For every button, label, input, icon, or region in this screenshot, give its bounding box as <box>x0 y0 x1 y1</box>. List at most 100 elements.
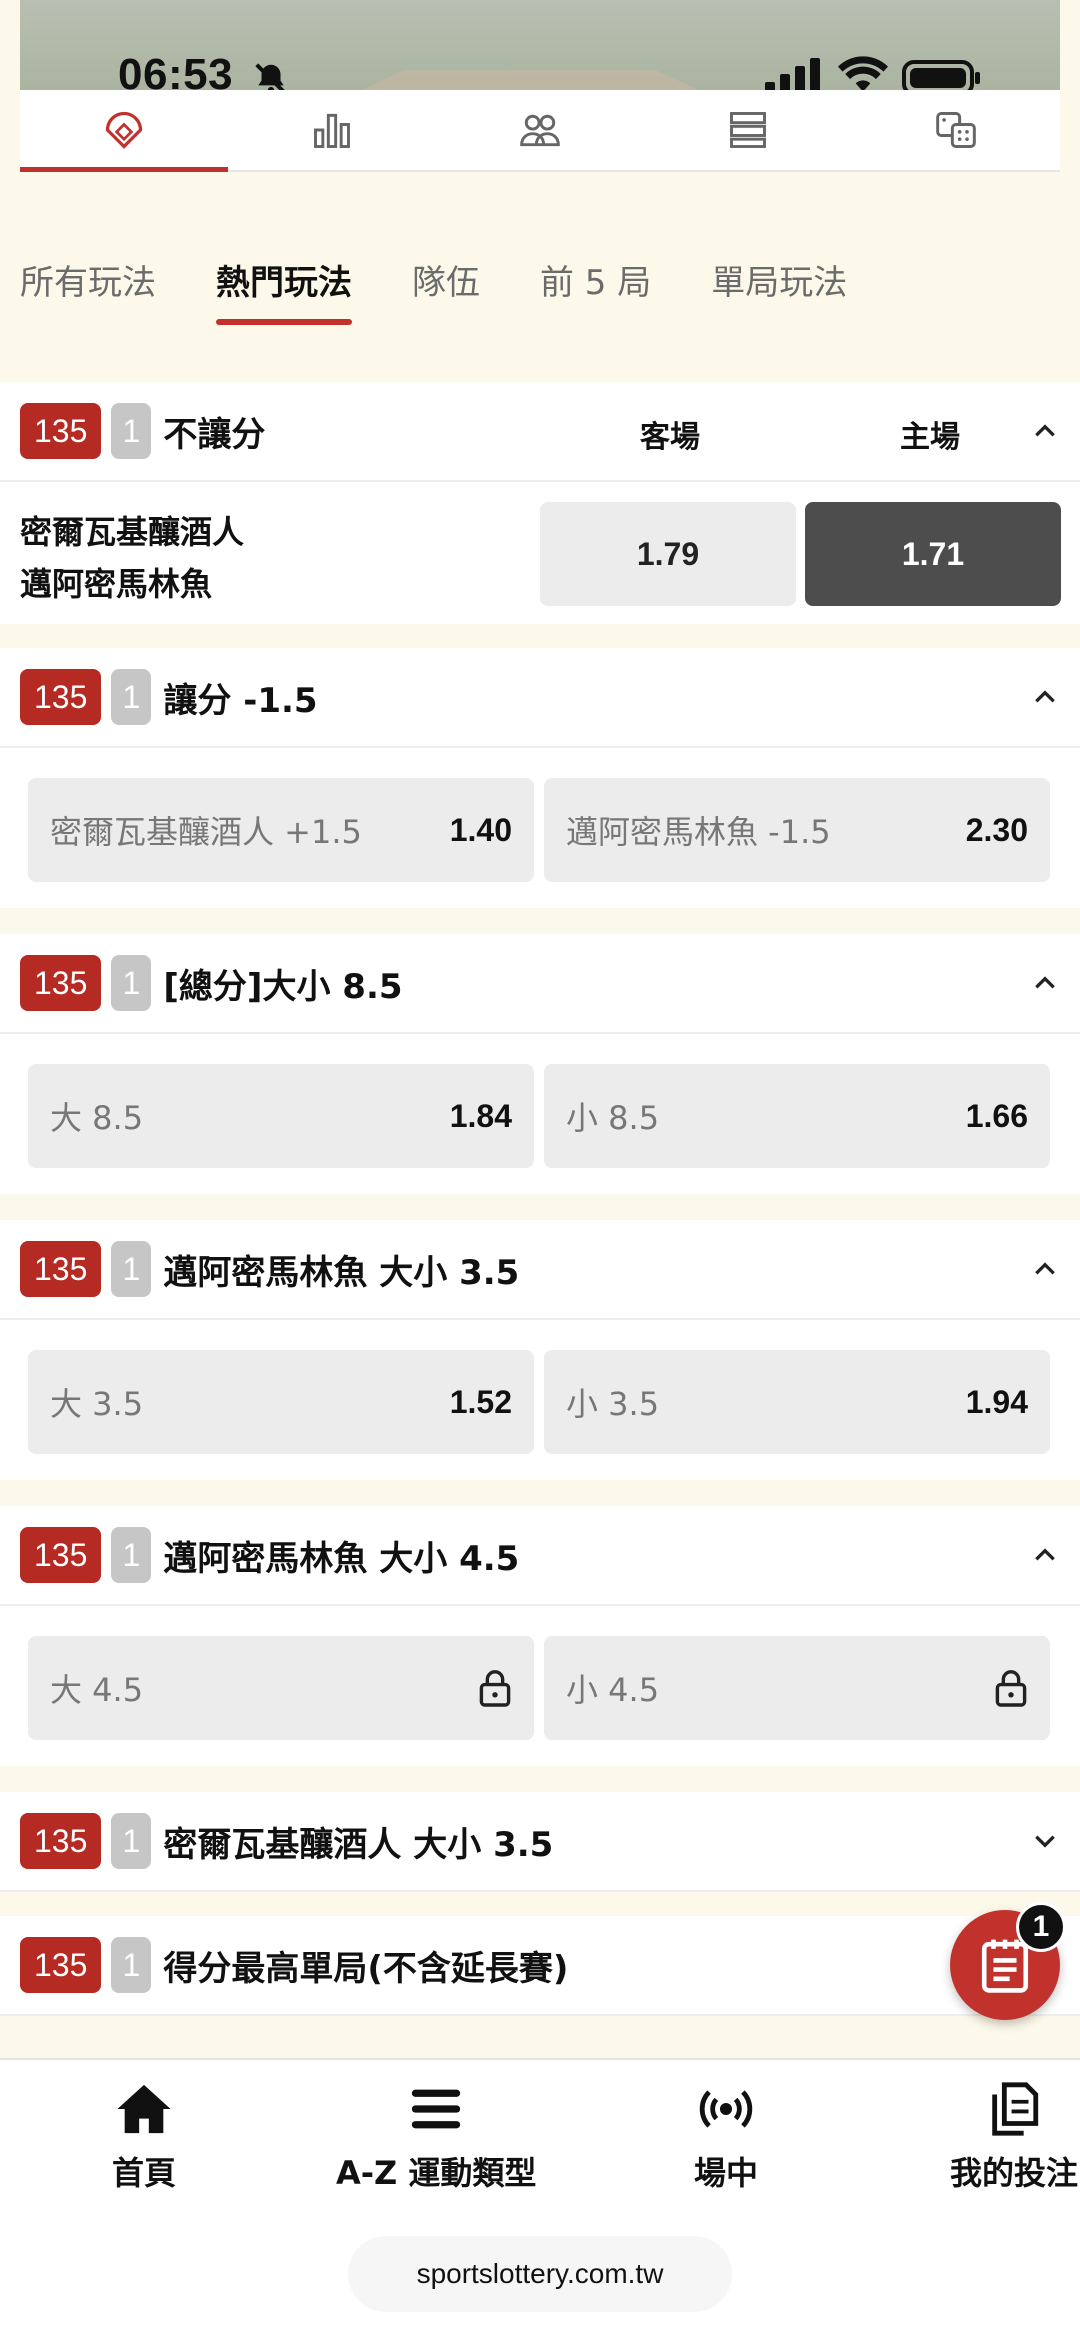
column-away: 客場 <box>640 420 700 455</box>
odd-left-button[interactable]: 密爾瓦基釀酒人 +1.5 1.40 <box>28 778 534 882</box>
period-badge: 1 <box>111 669 152 725</box>
market-row: 大 3.5 1.52 小 3.5 1.94 <box>0 1320 1080 1480</box>
market-code-badge: 135 <box>20 955 102 1011</box>
market-code-badge: 135 <box>20 1937 102 1993</box>
market-code-badge: 135 <box>20 1527 102 1583</box>
tab-single-inning[interactable]: 單局玩法 <box>711 255 847 325</box>
team-home-name: 邁阿密馬林魚 <box>20 565 213 603</box>
market-title: 邁阿密馬林魚 大小 4.5 <box>163 1538 520 1579</box>
lock-icon <box>995 1670 1027 1707</box>
dice-icon <box>936 112 976 148</box>
selection-odd: 1.84 <box>449 1097 512 1134</box>
address-bar[interactable]: sportslottery.com.tw <box>348 2236 732 2312</box>
market-header[interactable]: 135 1 讓分 -1.5 <box>0 648 1080 748</box>
bet-slip-count-badge: 1 <box>1016 1902 1066 1952</box>
selection-odd: 1.94 <box>965 1383 1028 1420</box>
odd-away-button[interactable]: 1.79 <box>540 502 796 606</box>
selection-odd: 1.66 <box>965 1097 1028 1134</box>
baseball-field-icon <box>105 111 143 149</box>
market-code-badge: 135 <box>20 403 102 459</box>
selection-odd: 1.40 <box>449 811 512 848</box>
tab-stats[interactable] <box>228 90 436 170</box>
market-brewers-total: 135 1 密爾瓦基釀酒人 大小 3.5 <box>0 1792 1080 1892</box>
list-rows-icon <box>730 112 766 148</box>
period-badge: 1 <box>111 1527 152 1583</box>
selection-label: 邁阿密馬林魚 -1.5 <box>566 813 831 851</box>
nav-home-label: 首頁 <box>112 2154 177 2192</box>
nav-my-bets-label: 我的投注 <box>950 2154 1079 2192</box>
market-header[interactable]: 135 1 不讓分 客場 主場 <box>0 382 1080 482</box>
period-badge: 1 <box>111 1241 152 1297</box>
nav-home[interactable]: 首頁 <box>112 2080 176 2194</box>
market-moneyline: 135 1 不讓分 客場 主場 密爾瓦基釀酒人 邁阿密馬林魚 1.79 1.71 <box>0 382 1080 624</box>
lock-icon <box>479 1670 511 1707</box>
chevron-up-icon[interactable] <box>1032 1542 1058 1568</box>
tab-lineups[interactable] <box>436 90 644 170</box>
market-team-total-4-5: 135 1 邁阿密馬林魚 大小 4.5 大 4.5 小 4.5 <box>0 1506 1080 1766</box>
market-title: 不讓分 <box>163 414 266 455</box>
live-broadcast-icon <box>699 2090 753 2128</box>
home-icon <box>117 2084 171 2134</box>
market-row: 密爾瓦基釀酒人 邁阿密馬林魚 1.79 1.71 <box>0 482 1080 624</box>
odd-home-button[interactable]: 1.71 <box>805 502 1061 606</box>
tab-list[interactable] <box>644 90 852 170</box>
market-highest-inning: 135 1 得分最高單局(不含延長賽) <box>0 1916 1080 2016</box>
tab-games[interactable] <box>852 90 1060 170</box>
odd-left-button[interactable]: 大 8.5 1.84 <box>28 1064 534 1168</box>
tab-all-markets[interactable]: 所有玩法 <box>20 255 156 325</box>
odd-left-button[interactable]: 大 3.5 1.52 <box>28 1350 534 1454</box>
players-icon <box>520 114 560 147</box>
tab-first-5-innings[interactable]: 前 5 局 <box>540 255 651 325</box>
market-title: 得分最高單局(不含延長賽) <box>163 1948 569 1989</box>
market-total: 135 1 [總分]大小 8.5 大 8.5 1.84 小 8.5 1.66 <box>0 934 1080 1194</box>
market-row: 大 4.5 小 4.5 <box>0 1606 1080 1766</box>
chevron-up-icon[interactable] <box>1032 418 1058 444</box>
column-home: 主場 <box>900 420 960 455</box>
selection-odd: 1.52 <box>449 1383 512 1420</box>
selection-label: 大 3.5 <box>50 1385 144 1423</box>
stats-bars-icon <box>314 113 350 148</box>
tab-team[interactable]: 隊伍 <box>412 255 480 325</box>
selection-label: 密爾瓦基釀酒人 +1.5 <box>50 813 362 851</box>
chevron-up-icon[interactable] <box>1032 1256 1058 1282</box>
documents-icon <box>992 2082 1039 2136</box>
period-badge: 1 <box>111 1937 152 1993</box>
market-header[interactable]: 135 1 密爾瓦基釀酒人 大小 3.5 <box>0 1792 1080 1892</box>
market-code-badge: 135 <box>20 1813 102 1869</box>
market-title: 密爾瓦基釀酒人 大小 3.5 <box>163 1824 554 1865</box>
market-filter-tabs: 所有玩法 熱門玩法 隊伍 前 5 局 單局玩法 <box>20 255 907 325</box>
cellular-signal-icon <box>765 58 820 94</box>
odd-right-button[interactable]: 小 3.5 1.94 <box>544 1350 1050 1454</box>
odd-right-button[interactable]: 小 8.5 1.66 <box>544 1064 1050 1168</box>
market-row: 大 8.5 1.84 小 8.5 1.66 <box>0 1034 1080 1194</box>
selection-label: 大 8.5 <box>50 1099 144 1137</box>
nav-live-label: 場中 <box>694 2154 759 2192</box>
team-away-name: 密爾瓦基釀酒人 <box>20 513 245 551</box>
market-title: [總分]大小 8.5 <box>163 966 403 1007</box>
nav-my-bets[interactable]: 我的投注 <box>950 2080 1078 2194</box>
period-badge: 1 <box>111 1813 152 1869</box>
selection-label: 小 3.5 <box>566 1385 660 1423</box>
team-names: 密爾瓦基釀酒人 邁阿密馬林魚 <box>20 506 244 610</box>
odd-right-button: 小 4.5 <box>544 1636 1050 1740</box>
market-code-badge: 135 <box>20 669 102 725</box>
nav-az-sports[interactable]: A-Z 運動類型 <box>336 2080 536 2194</box>
chevron-down-icon[interactable] <box>1032 1828 1058 1854</box>
market-title: 讓分 -1.5 <box>163 680 318 721</box>
tab-popular-markets[interactable]: 熱門玩法 <box>216 255 352 325</box>
selection-odd: 2.30 <box>965 811 1028 848</box>
market-row: 密爾瓦基釀酒人 +1.5 1.40 邁阿密馬林魚 -1.5 2.30 <box>0 748 1080 908</box>
market-header[interactable]: 135 1 [總分]大小 8.5 <box>0 934 1080 1034</box>
menu-icon <box>412 2089 461 2129</box>
market-team-total-3-5: 135 1 邁阿密馬林魚 大小 3.5 大 3.5 1.52 小 3.5 1.9… <box>0 1220 1080 1480</box>
odd-right-button[interactable]: 邁阿密馬林魚 -1.5 2.30 <box>544 778 1050 882</box>
nav-az-label: A-Z 運動類型 <box>336 2154 537 2192</box>
chevron-up-icon[interactable] <box>1032 970 1058 996</box>
nav-live[interactable]: 場中 <box>694 2080 758 2194</box>
chevron-up-icon[interactable] <box>1032 684 1058 710</box>
market-header[interactable]: 135 1 邁阿密馬林魚 大小 3.5 <box>0 1220 1080 1320</box>
market-header[interactable]: 135 1 邁阿密馬林魚 大小 4.5 <box>0 1506 1080 1606</box>
selection-label: 小 8.5 <box>566 1099 660 1137</box>
market-header[interactable]: 135 1 得分最高單局(不含延長賽) <box>0 1916 1080 2016</box>
tab-field[interactable] <box>20 90 228 172</box>
